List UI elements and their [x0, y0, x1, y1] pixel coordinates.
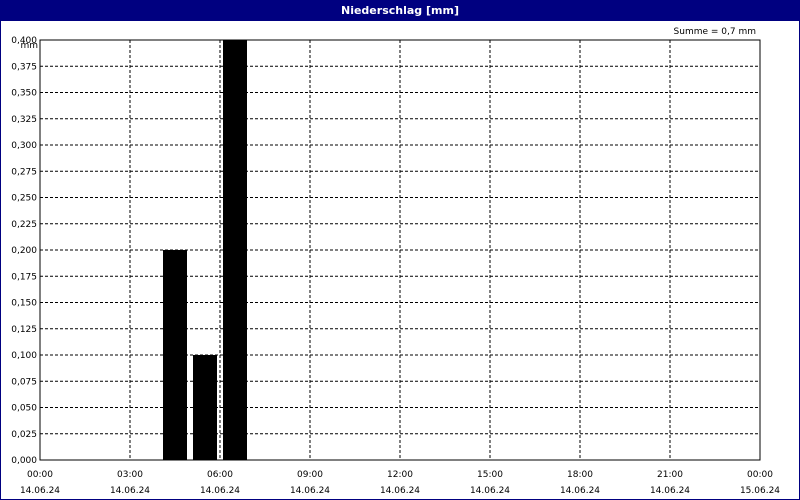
x-tick-time: 12:00: [387, 470, 413, 480]
y-tick-label: 0,350: [11, 89, 37, 99]
y-tick-label: 0,100: [11, 351, 37, 361]
y-tick-label: 0,200: [11, 246, 37, 256]
x-tick-date: 14.06.24: [560, 486, 600, 496]
y-tick-label: 0,250: [11, 194, 37, 204]
grid-lines: [40, 39, 760, 460]
x-tick-labels: 00:00 14.06.24 03:00 14.06.24 06:00 14.06.24 0…: [20, 470, 780, 496]
x-tick-time: 03:00: [117, 470, 143, 480]
x-tick-time: 18:00: [567, 470, 593, 480]
x-tick-date: 14.06.24: [110, 486, 150, 496]
x-tick-time: 09:00: [297, 470, 323, 480]
x-tick-time: 00:00: [27, 470, 53, 480]
x-tick-date: 14.06.24: [200, 486, 240, 496]
x-tick-date: 15.06.24: [740, 486, 780, 496]
precipitation-bar: [193, 355, 217, 460]
x-tick-time: 06:00: [207, 470, 233, 480]
y-tick-label: 0,225: [11, 220, 37, 230]
y-tick-label: 0,050: [11, 404, 37, 414]
x-tick-date: 14.06.24: [290, 486, 330, 496]
x-tick-date: 14.06.24: [20, 486, 60, 496]
sum-label: Summe = 0,7 mm: [674, 27, 756, 37]
x-tick-time: 15:00: [477, 470, 503, 480]
y-tick-label: 0,275: [11, 167, 37, 177]
y-tick-label: 0,025: [11, 430, 37, 440]
precipitation-bar: [163, 250, 187, 460]
y-tick-label: 0,325: [11, 115, 37, 125]
y-tick-label: 0,175: [11, 272, 37, 282]
y-tick-labels: 0,000 0,025 0,050 0,075 0,100 0,125 0,150 0,175…: [11, 36, 37, 466]
y-tick-label: 0,300: [11, 141, 37, 151]
y-tick-label: 0,125: [11, 325, 37, 335]
x-tick-date: 14.06.24: [380, 486, 420, 496]
y-tick-label: 0,375: [11, 62, 37, 72]
x-tick-date: 14.06.24: [650, 486, 690, 496]
y-tick-label: 0,000: [11, 456, 37, 466]
y-tick-label: 0,150: [11, 299, 37, 309]
y-tick-label: 0,400: [11, 36, 37, 46]
precipitation-chart: mm Summe = 0,7 mm 0,0000,0250,0500,0750,…: [11, 27, 780, 496]
x-tick-time: 00:00: [747, 470, 773, 480]
x-tick-date: 14.06.24: [470, 486, 510, 496]
y-tick-label: 0,075: [11, 377, 37, 387]
precipitation-bar: [223, 40, 247, 460]
x-tick-time: 21:00: [657, 470, 683, 480]
